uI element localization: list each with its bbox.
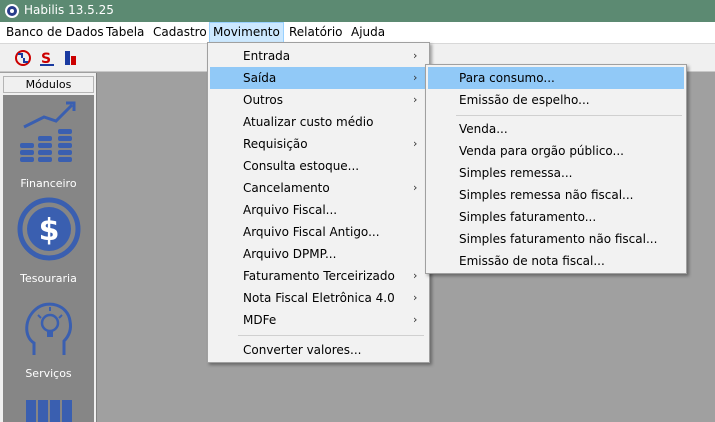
app-logo-icon xyxy=(5,4,19,18)
window-title: Habilis 13.5.25 xyxy=(24,3,114,17)
module-tesouraria[interactable]: $ Tesouraria xyxy=(3,195,94,285)
dollar-document-icon[interactable]: S xyxy=(37,48,57,68)
menu-item-nota-fiscal-eletronica[interactable]: Nota Fiscal Eletrônica 4.0 › xyxy=(210,287,427,309)
submenu-item-para-consumo[interactable]: Para consumo... xyxy=(428,67,684,89)
submenu-item-venda-orgao-publico[interactable]: Venda para orgão público... xyxy=(428,140,684,162)
modules-panel: Financeiro $ Tesouraria Serviços xyxy=(3,95,94,422)
menu-tabela[interactable]: Tabela xyxy=(103,22,147,43)
menu-item-faturamento-terceirizado[interactable]: Faturamento Terceirizado › xyxy=(210,265,427,287)
svg-text:$: $ xyxy=(38,213,59,248)
menu-item-requisicao[interactable]: Requisição › xyxy=(210,133,427,155)
submenu-arrow-icon: › xyxy=(413,291,418,304)
menu-item-entrada[interactable]: Entrada › xyxy=(210,45,427,67)
saida-submenu: Para consumo... Emissão de espelho... Ve… xyxy=(425,64,687,274)
submenu-arrow-icon: › xyxy=(413,49,418,62)
menu-item-mdfe[interactable]: MDFe › xyxy=(210,309,427,331)
submenu-item-emissao-de-espelho[interactable]: Emissão de espelho... xyxy=(428,89,684,111)
module-financeiro[interactable]: Financeiro xyxy=(3,99,94,190)
submenu-arrow-icon: › xyxy=(413,137,418,150)
menu-item-arquivo-dpmp[interactable]: Arquivo DPMP... xyxy=(210,243,427,265)
submenu-item-simples-remessa-nao-fiscal[interactable]: Simples remessa não fiscal... xyxy=(428,184,684,206)
menu-item-cancelamento[interactable]: Cancelamento › xyxy=(210,177,427,199)
menu-ajuda[interactable]: Ajuda xyxy=(348,22,388,43)
modules-sidebar: Módulos Financeiro $ Tesouraria Serviços xyxy=(0,73,97,422)
menu-banco-de-dados[interactable]: Banco de Dados xyxy=(3,22,107,43)
menu-item-outros[interactable]: Outros › xyxy=(210,89,427,111)
menu-relatorio[interactable]: Relatório xyxy=(286,22,346,43)
title-bar: Habilis 13.5.25 xyxy=(0,0,715,22)
dollar-coin-icon: $ xyxy=(17,197,80,261)
financial-chart-icon xyxy=(19,101,75,162)
menu-item-converter-valores[interactable]: Converter valores... xyxy=(210,339,427,361)
refresh-exchange-icon[interactable] xyxy=(13,48,33,68)
module-financeiro-label: Financeiro xyxy=(20,177,77,190)
menu-cadastro[interactable]: Cadastro xyxy=(150,22,210,43)
menu-item-arquivo-fiscal[interactable]: Arquivo Fiscal... xyxy=(210,199,427,221)
menu-item-atualizar-custo-medio[interactable]: Atualizar custo médio xyxy=(210,111,427,133)
submenu-arrow-icon: › xyxy=(413,181,418,194)
report-chart-icon[interactable] xyxy=(61,48,81,68)
submenu-item-simples-remessa[interactable]: Simples remessa... xyxy=(428,162,684,184)
submenu-item-emissao-nota-fiscal[interactable]: Emissão de nota fiscal... xyxy=(428,250,684,272)
books-icon xyxy=(25,400,72,422)
module-servicos[interactable]: Serviços xyxy=(3,293,94,380)
submenu-arrow-icon: › xyxy=(413,71,418,84)
module-tesouraria-label: Tesouraria xyxy=(20,272,77,285)
module-servicos-label: Serviços xyxy=(25,367,72,380)
idea-head-icon xyxy=(24,302,72,355)
submenu-item-venda[interactable]: Venda... xyxy=(428,118,684,140)
movimento-menu: Entrada › Saída › Outros › Atualizar cus… xyxy=(207,42,430,363)
menu-item-arquivo-fiscal-antigo[interactable]: Arquivo Fiscal Antigo... xyxy=(210,221,427,243)
menu-item-consulta-estoque[interactable]: Consulta estoque... xyxy=(210,155,427,177)
submenu-arrow-icon: › xyxy=(413,93,418,106)
menu-bar: Banco de Dados Tabela Cadastro Movimento… xyxy=(0,22,715,43)
submenu-item-simples-faturamento[interactable]: Simples faturamento... xyxy=(428,206,684,228)
menu-separator xyxy=(456,115,682,116)
menu-separator xyxy=(238,335,424,336)
menu-item-saida[interactable]: Saída › xyxy=(210,67,427,89)
submenu-arrow-icon: › xyxy=(413,313,418,326)
submenu-item-simples-faturamento-nao-fiscal[interactable]: Simples faturamento não fiscal... xyxy=(428,228,684,250)
submenu-arrow-icon: › xyxy=(413,269,418,282)
module-partial[interactable] xyxy=(3,397,94,422)
menu-movimento[interactable]: Movimento xyxy=(209,22,284,43)
modules-header: Módulos xyxy=(3,76,94,93)
